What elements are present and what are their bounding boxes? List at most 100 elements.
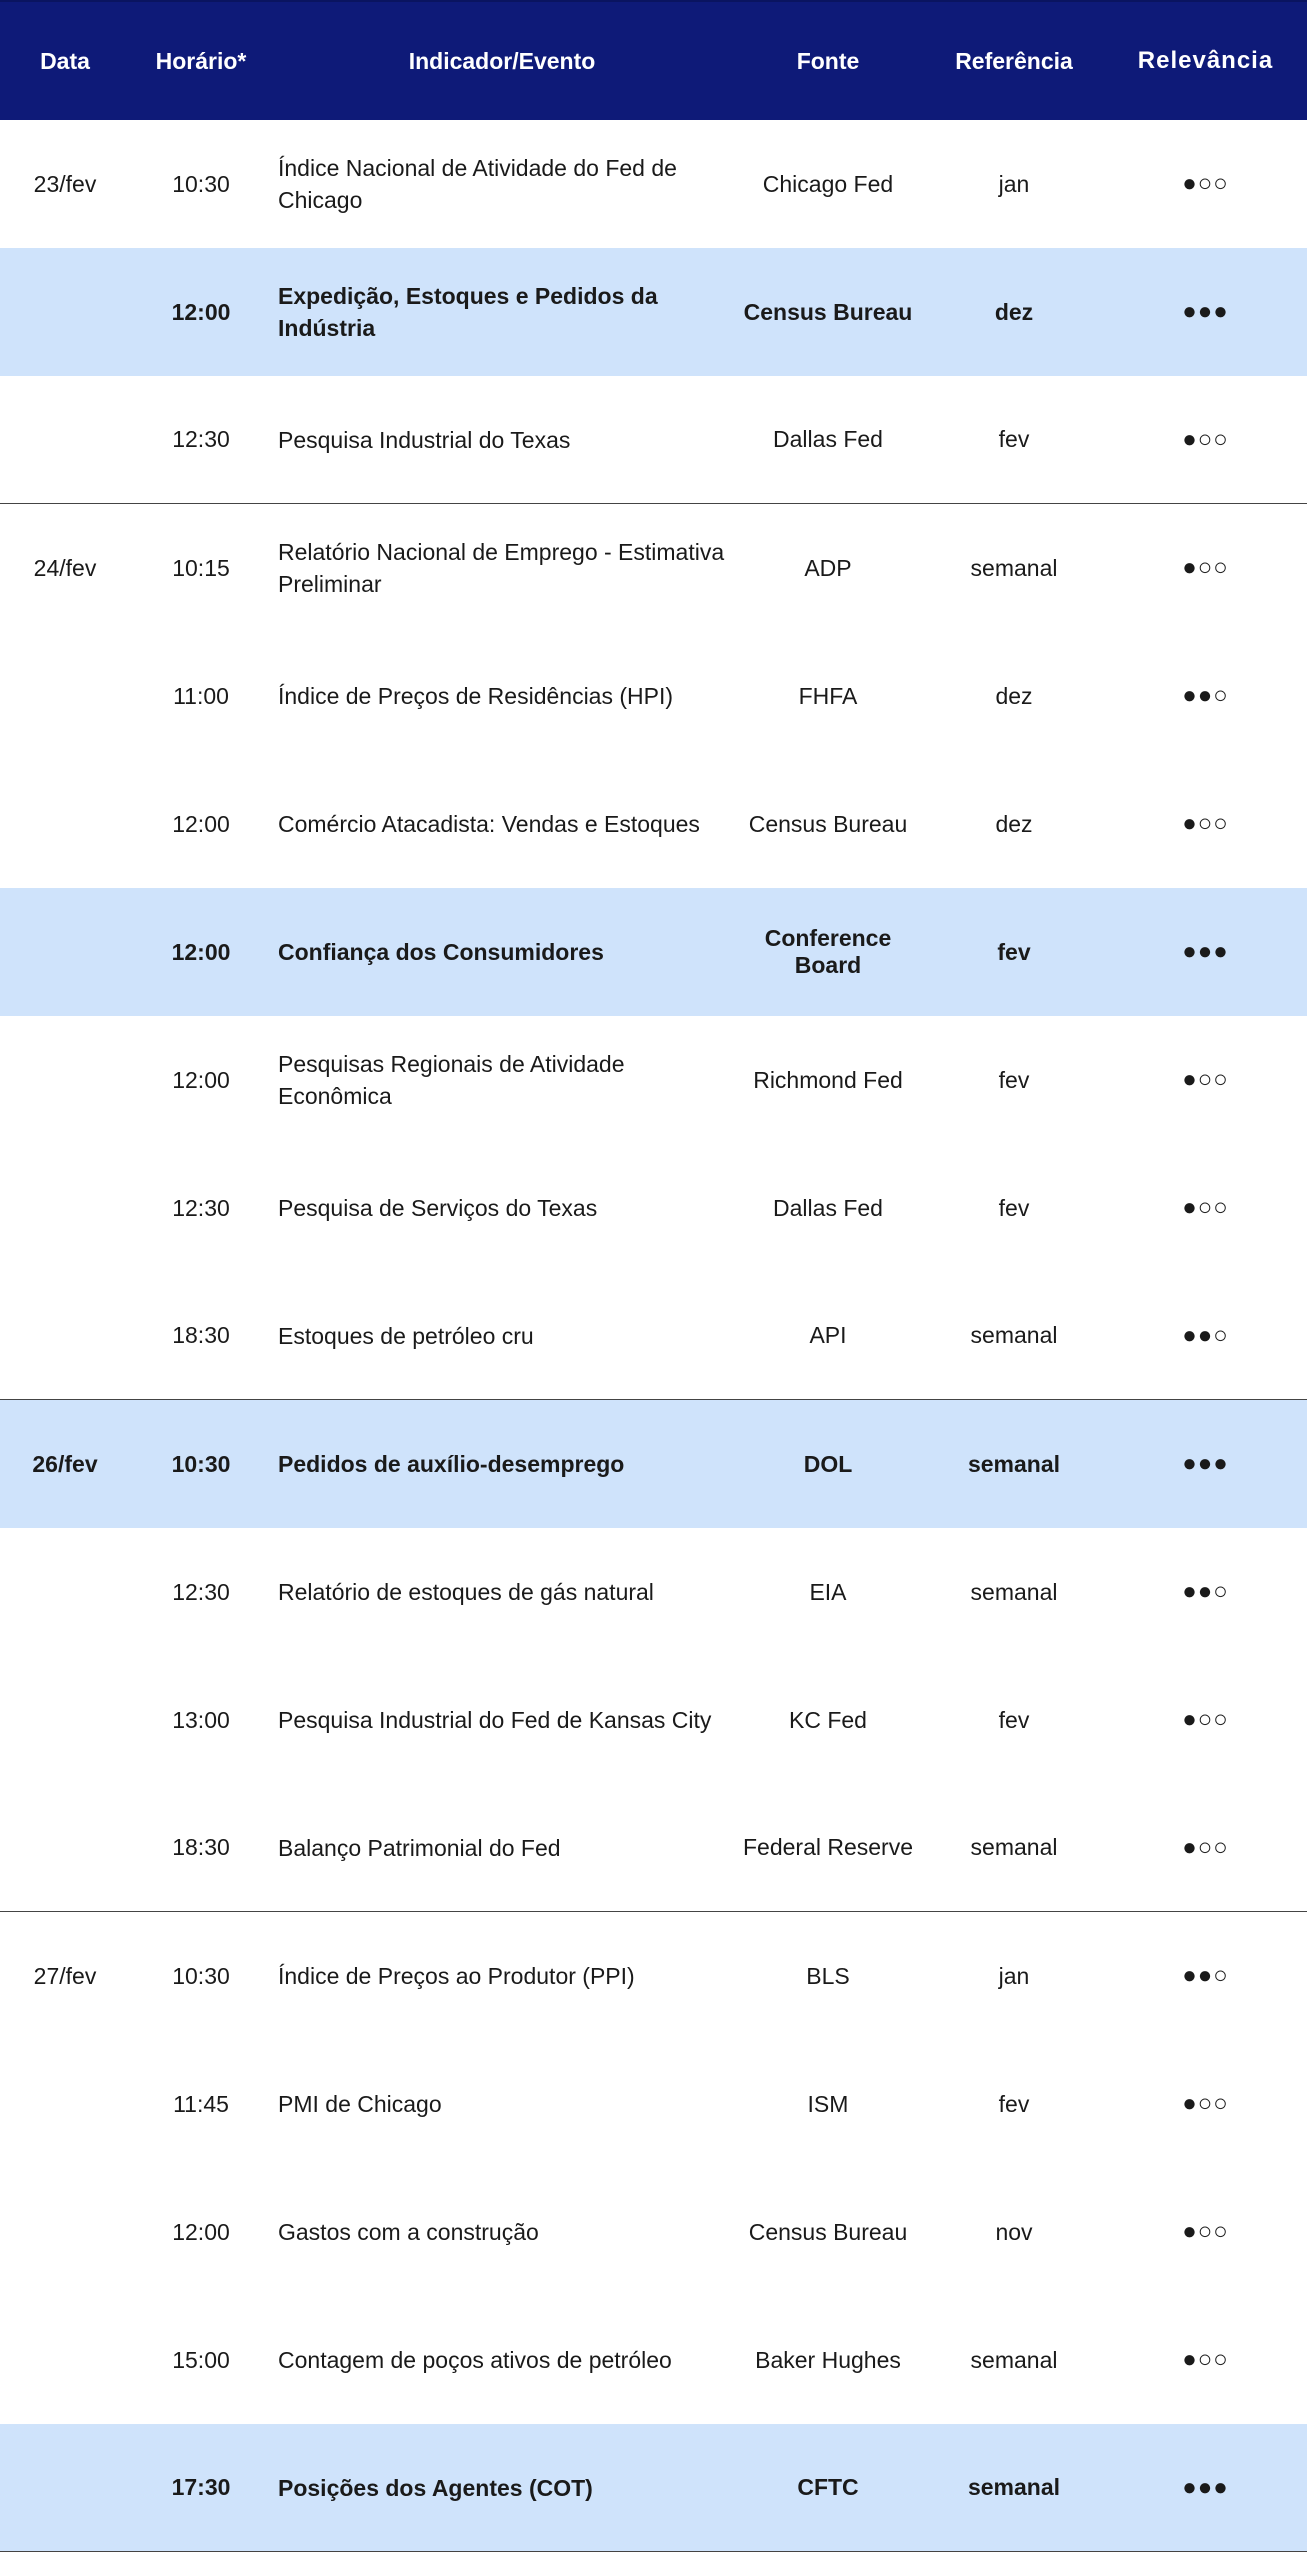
row-source: DOL — [803, 1450, 853, 1477]
row-source: ADP — [804, 554, 852, 581]
row-time: 18:30 — [172, 1322, 230, 1348]
row-reference: fev — [998, 1706, 1030, 1733]
row-time: 10:30 — [172, 1962, 230, 1989]
row-indicator: Gastos com a construção — [278, 2219, 539, 2245]
row-time: 10:15 — [172, 554, 230, 581]
row-relevance-dots: ●○○ — [1182, 1706, 1229, 1733]
row-source: Dallas Fed — [773, 1194, 883, 1221]
row-source: KC Fed — [789, 1706, 867, 1733]
row-indicator: Relatório de estoques de gás natural — [278, 1579, 654, 1605]
row-time: 12:00 — [172, 1066, 230, 1093]
table-row: 15:00 Contagem de poços ativos de petróle… — [0, 2296, 1307, 2424]
row-relevance-dots: ●●○ — [1182, 1321, 1229, 1349]
row-time: 15:00 — [172, 2346, 230, 2373]
row-source: Census Bureau — [743, 298, 913, 325]
row-time: 12:00 — [171, 938, 231, 965]
table-row: 17:30 Posições dos Agentes (COT) CFTC seman… — [0, 2424, 1307, 2552]
row-reference: jan — [998, 1962, 1030, 1989]
row-relevance-dots: ●○○ — [1182, 810, 1229, 837]
row-time: 11:00 — [173, 682, 229, 709]
row-source: API — [809, 1322, 847, 1348]
row-source: ISM — [807, 2090, 849, 2117]
row-reference: fev — [998, 2090, 1030, 2117]
table-row: 11:00 Índice de Preços de Residências (HP… — [0, 632, 1307, 760]
row-indicator: Relatório Nacional de Emprego - Estimati… — [278, 539, 725, 597]
row-time: 12:00 — [172, 2218, 230, 2245]
row-relevance-dots: ●○○ — [1182, 170, 1229, 197]
row-reference: nov — [995, 2218, 1033, 2245]
row-source: Census Bureau — [748, 2218, 908, 2245]
row-reference: semanal — [970, 1322, 1058, 1348]
row-time: 18:30 — [172, 1834, 230, 1860]
row-relevance-dots: ●●● — [1182, 2473, 1229, 2501]
table-row: 23/fev 10:30 Índice Nacional de Atividade … — [0, 120, 1307, 248]
table-row: 24/fev 10:15 Relatório Nacional de Emprego… — [0, 504, 1307, 632]
row-time: 10:30 — [172, 170, 230, 197]
row-date: 27/fev — [33, 1962, 97, 1989]
row-reference: semanal — [970, 1578, 1058, 1605]
table-row: 12:30 Relatório de estoques de gás natura… — [0, 1528, 1307, 1656]
row-indicator: Pesquisas Regionais de Atividade Econômi… — [278, 1051, 625, 1109]
row-indicator: Pesquisa Industrial do Texas — [278, 426, 571, 453]
row-time: 13:00 — [172, 1706, 230, 1733]
row-reference: jan — [998, 170, 1030, 197]
row-relevance-dots: ●○○ — [1182, 2346, 1229, 2373]
row-source: CFTC — [797, 2474, 859, 2500]
row-indicator: Comércio Atacadista: Vendas e Estoques — [278, 811, 700, 837]
header-reference: Referência — [955, 47, 1073, 74]
row-time: 12:30 — [172, 426, 230, 452]
header-time: Horário* — [155, 47, 247, 74]
table-row: 11:45 PMI de Chicago ISM fev ●○○ — [0, 2040, 1307, 2168]
row-time: 10:30 — [171, 1450, 231, 1477]
row-source: Census Bureau — [748, 810, 908, 837]
row-time: 12:30 — [172, 1194, 230, 1221]
row-date: 26/fev — [32, 1450, 98, 1477]
row-time: 12:00 — [172, 810, 230, 837]
row-relevance-dots: ●●○ — [1182, 682, 1229, 709]
row-source: Chicago Fed — [762, 170, 894, 197]
row-indicator: Balanço Patrimonial do Fed — [278, 1834, 561, 1861]
row-indicator: Pedidos de auxílio-desemprego — [278, 1451, 625, 1477]
row-indicator: Confiança dos Consumidores — [278, 939, 604, 965]
table-row: 12:00 Comércio Atacadista: Vendas e Estoq… — [0, 760, 1307, 888]
header-indicator: Indicador/Evento — [408, 48, 596, 74]
row-source: Dallas Fed — [773, 426, 883, 452]
row-time: 12:00 — [171, 298, 231, 325]
row-source: Federal Reserve — [742, 1834, 914, 1860]
row-indicator: Índice Nacional de Atividade do Fed de C… — [278, 155, 677, 213]
header-source: Fonte — [796, 47, 860, 74]
row-indicator: Posições dos Agentes (COT) — [278, 2474, 593, 2501]
row-reference: dez — [994, 298, 1034, 325]
row-indicator: PMI de Chicago — [278, 2091, 442, 2117]
row-reference: fev — [998, 1194, 1030, 1221]
table-row: 12:30 Pesquisa Industrial do Texas Dallas … — [0, 376, 1307, 504]
economic-calendar-table: Data Horário* Indicador/Evento Fonte Ref… — [0, 0, 1307, 2552]
row-indicator: Pesquisa Industrial do Fed de Kansas Cit… — [278, 1707, 712, 1733]
row-relevance-dots: ●○○ — [1182, 1066, 1229, 1093]
table-row: 13:00 Pesquisa Industrial do Fed de Kansa… — [0, 1656, 1307, 1784]
row-relevance-dots: ●○○ — [1182, 2090, 1229, 2117]
table-row: 12:30 Pesquisa de Serviços do Texas Dallas… — [0, 1144, 1307, 1272]
row-date: 23/fev — [33, 170, 97, 197]
table-header: Data Horário* Indicador/Evento Fonte Ref… — [0, 0, 1307, 120]
row-time: 12:30 — [172, 1578, 230, 1605]
row-reference: dez — [995, 682, 1033, 709]
row-indicator: Contagem de poços ativos de petróleo — [278, 2347, 672, 2373]
row-reference: semanal — [970, 554, 1058, 581]
row-relevance-dots: ●○○ — [1182, 1194, 1229, 1221]
table-row: 27/fev 10:30 Índice de Preços ao Produtor … — [0, 1912, 1307, 2040]
row-relevance-dots: ●●● — [1182, 298, 1229, 325]
row-reference: dez — [995, 810, 1033, 837]
row-time: 11:45 — [173, 2090, 229, 2117]
header-date: Data — [40, 47, 90, 74]
table-row: 12:00 Confiança dos Consumidores Conferenc… — [0, 888, 1307, 1016]
row-source: BLS — [806, 1962, 850, 1989]
row-indicator: Índice de Preços ao Produtor (PPI) — [278, 1963, 635, 1989]
row-reference: semanal — [970, 2346, 1058, 2373]
row-reference: fev — [998, 1066, 1030, 1093]
row-relevance-dots: ●○○ — [1182, 554, 1229, 581]
row-reference: semanal — [970, 1834, 1058, 1860]
table-row: 12:00 Expedição, Estoques e Pedidos da In… — [0, 248, 1307, 376]
row-indicator: Estoques de petróleo cru — [278, 1322, 534, 1349]
row-relevance-dots: ●●● — [1182, 938, 1229, 965]
